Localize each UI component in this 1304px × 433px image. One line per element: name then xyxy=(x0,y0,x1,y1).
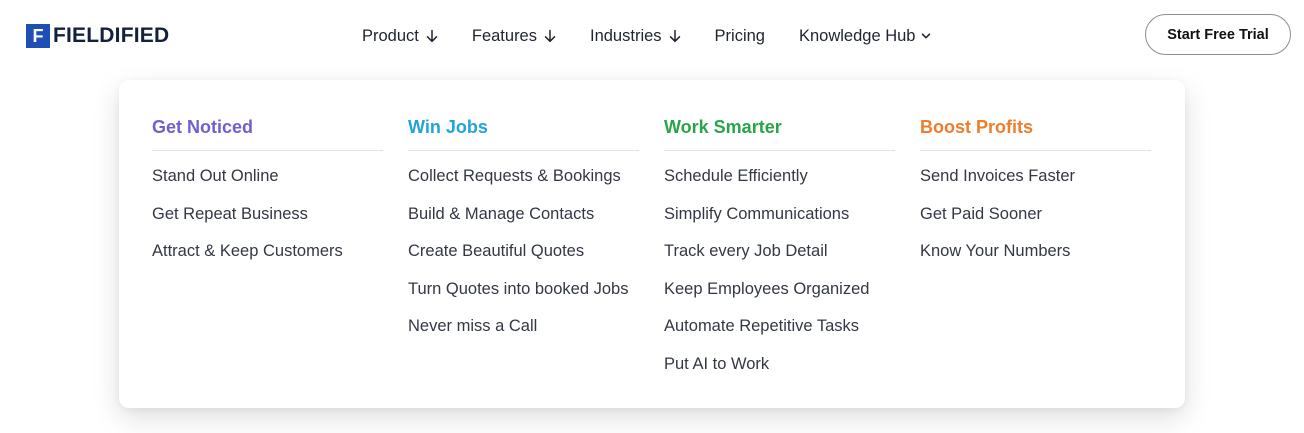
nav-item-label: Product xyxy=(362,26,419,45)
brand-name: FIELDIFIED xyxy=(53,24,170,47)
menu-link[interactable]: Get Repeat Business xyxy=(152,202,383,240)
divider xyxy=(408,150,639,151)
column-title: Work Smarter xyxy=(664,117,782,137)
menu-link[interactable]: Never miss a Call xyxy=(408,314,639,352)
chevron-down-icon xyxy=(921,32,931,40)
menu-column-work-smarter: Work Smarter Schedule Efficiently Simpli… xyxy=(664,116,895,389)
arrow-down-icon xyxy=(426,29,438,43)
nav-item-features[interactable]: Features xyxy=(472,27,556,46)
main-nav: Product Features Industries Pricing Know… xyxy=(362,22,931,50)
menu-link[interactable]: Simplify Communications xyxy=(664,202,895,240)
menu-link[interactable]: Automate Repetitive Tasks xyxy=(664,314,895,352)
divider xyxy=(920,150,1151,151)
menu-column-boost-profits: Boost Profits Send Invoices Faster Get P… xyxy=(920,116,1151,277)
column-title: Boost Profits xyxy=(920,117,1034,137)
nav-item-label: Industries xyxy=(590,26,662,45)
nav-item-industries[interactable]: Industries xyxy=(590,27,681,46)
menu-link[interactable]: Track every Job Detail xyxy=(664,239,895,277)
arrow-down-icon xyxy=(544,29,556,43)
nav-item-knowledge-hub[interactable]: Knowledge Hub xyxy=(799,27,932,46)
menu-link[interactable]: Get Paid Sooner xyxy=(920,202,1151,240)
nav-item-label: Knowledge Hub xyxy=(798,26,916,45)
menu-link[interactable]: Put AI to Work xyxy=(664,352,895,390)
menu-link[interactable]: Stand Out Online xyxy=(152,164,383,202)
nav-item-product[interactable]: Product xyxy=(362,27,438,46)
page: F FIELDIFIED Product Features Industries xyxy=(0,0,1304,433)
column-links: Stand Out Online Get Repeat Business Att… xyxy=(152,164,383,277)
menu-link[interactable]: Collect Requests & Bookings xyxy=(408,164,639,202)
menu-link[interactable]: Create Beautiful Quotes xyxy=(408,239,639,277)
menu-column-get-noticed: Get Noticed Stand Out Online Get Repeat … xyxy=(152,116,383,277)
divider xyxy=(152,150,383,151)
fieldified-logo[interactable]: F FIELDIFIED xyxy=(26,24,169,48)
menu-column-win-jobs: Win Jobs Collect Requests & Bookings Bui… xyxy=(408,116,639,352)
menu-link[interactable]: Schedule Efficiently xyxy=(664,164,895,202)
column-title: Win Jobs xyxy=(408,117,488,137)
menu-link[interactable]: Send Invoices Faster xyxy=(920,164,1151,202)
nav-item-label: Pricing xyxy=(714,26,765,45)
menu-link[interactable]: Attract & Keep Customers xyxy=(152,239,383,277)
mega-menu-panel: Get Noticed Stand Out Online Get Repeat … xyxy=(119,80,1185,408)
nav-item-label: Features xyxy=(471,26,537,45)
column-title: Get Noticed xyxy=(152,117,254,137)
menu-link[interactable]: Know Your Numbers xyxy=(920,239,1151,277)
divider xyxy=(664,150,895,151)
column-links: Send Invoices Faster Get Paid Sooner Kno… xyxy=(920,164,1151,277)
column-links: Schedule Efficiently Simplify Communicat… xyxy=(664,164,895,389)
start-free-trial-button[interactable]: Start Free Trial xyxy=(1145,14,1291,55)
site-header: F FIELDIFIED Product Features Industries xyxy=(0,0,1304,72)
menu-link[interactable]: Build & Manage Contacts xyxy=(408,202,639,240)
menu-link[interactable]: Keep Employees Organized xyxy=(664,277,895,315)
nav-item-pricing[interactable]: Pricing xyxy=(715,27,765,46)
arrow-down-icon xyxy=(669,29,681,43)
menu-link[interactable]: Turn Quotes into booked Jobs xyxy=(408,277,639,315)
column-links: Collect Requests & Bookings Build & Mana… xyxy=(408,164,639,352)
logo-mark-icon: F xyxy=(26,24,50,48)
